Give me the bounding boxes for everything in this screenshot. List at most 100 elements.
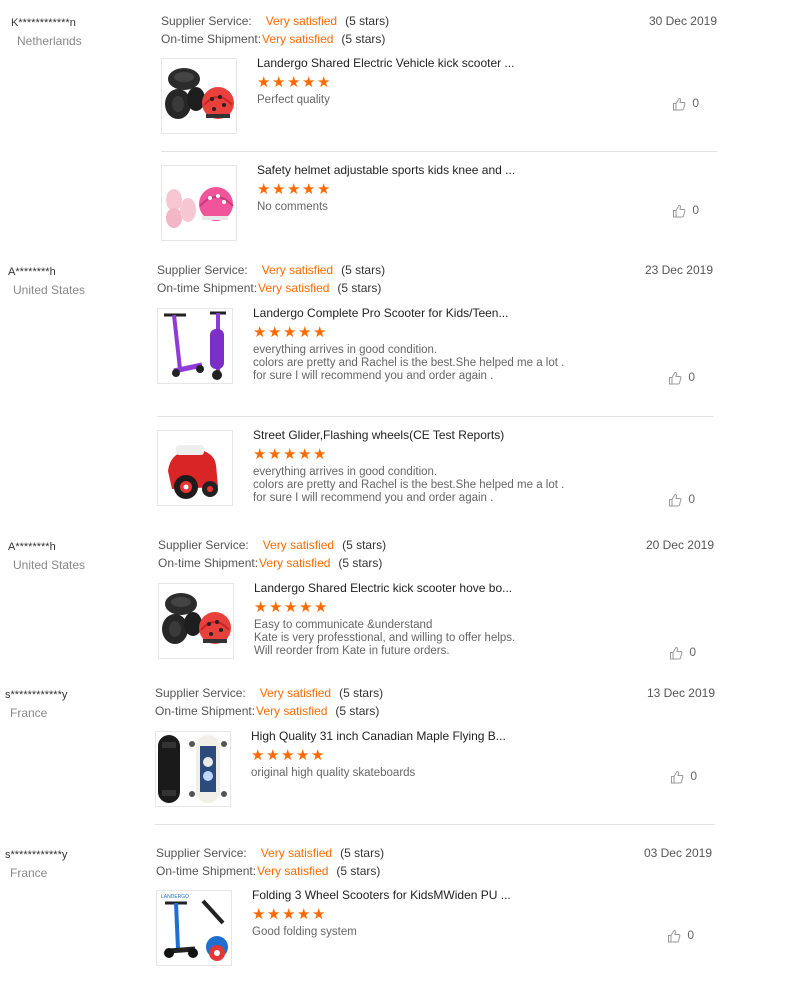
- star-icon: ★: [257, 181, 271, 198]
- helpful-like-button[interactable]: 0: [670, 769, 697, 784]
- helpful-like-button[interactable]: 0: [668, 370, 695, 385]
- reviewer-country: France: [10, 706, 48, 720]
- review-item: LANDERGO Folding 3 Wheel Scooters for Ki…: [156, 888, 712, 970]
- reviewer-name: s************y: [5, 849, 68, 861]
- comment-line: everything arrives in good condition.: [253, 466, 438, 478]
- supplier-value: Very satisfied: [260, 846, 333, 860]
- shipment-rating: On-time Shipment:Very satisfied (5 stars): [157, 279, 381, 297]
- star-icon: ★: [313, 324, 327, 341]
- review-comment: original high quality skateboards: [251, 767, 415, 780]
- comment-line: everything arrives in good condition.: [253, 344, 438, 356]
- star-icon: ★: [254, 599, 268, 616]
- product-thumbnail[interactable]: [157, 430, 233, 506]
- star-icon: ★: [302, 181, 316, 198]
- review-date: 30 Dec 2019: [648, 14, 717, 28]
- shipment-label: On-time Shipment:: [158, 556, 259, 570]
- shipment-label: On-time Shipment:: [155, 704, 256, 718]
- shipment-rating: On-time Shipment:Very satisfied (5 stars): [158, 554, 382, 572]
- review-item: Safety helmet adjustable sports kids kne…: [161, 163, 717, 245]
- product-thumbnail[interactable]: [161, 165, 237, 241]
- supplier-label: Supplier Service:: [161, 14, 252, 28]
- svg-text:LANDERGO: LANDERGO: [161, 894, 189, 900]
- supplier-label: Supplier Service:: [157, 263, 248, 277]
- review-date: 03 Dec 2019: [643, 846, 712, 860]
- review-item: Street Glider,Flashing wheels(CE Test Re…: [157, 428, 713, 510]
- review-date: 20 Dec 2019: [645, 538, 714, 552]
- review-date: 23 Dec 2019: [644, 263, 713, 277]
- star-icon: ★: [253, 446, 267, 463]
- supplier-value: Very satisfied: [259, 686, 332, 700]
- product-thumbnail[interactable]: LANDERGO: [156, 890, 232, 966]
- supplier-stars-text: (5 stars): [340, 846, 385, 860]
- product-title-link[interactable]: Landergo Complete Pro Scooter for Kids/T…: [253, 306, 508, 320]
- supplier-label: Supplier Service:: [155, 686, 246, 700]
- star-icon: ★: [268, 324, 282, 341]
- product-title-link[interactable]: Landergo Shared Electric kick scooter ho…: [254, 581, 512, 595]
- helpful-like-button[interactable]: 0: [667, 928, 694, 943]
- product-thumbnail[interactable]: [158, 583, 234, 659]
- item-divider: [155, 824, 715, 825]
- reviewer-country: Netherlands: [17, 34, 82, 48]
- supplier-label: Supplier Service:: [156, 846, 247, 860]
- like-count: 0: [692, 203, 699, 217]
- comment-line: colors are pretty and Rachel is the best…: [253, 479, 565, 491]
- shipment-value: Very satisfied: [259, 556, 331, 570]
- thumbs-up-icon: [672, 97, 686, 111]
- supplier-rating: Supplier Service: Very satisfied (5 stars): [161, 12, 389, 30]
- product-thumbnail[interactable]: [155, 731, 231, 807]
- review-comment: Perfect quality: [257, 94, 330, 107]
- supplier-value: Very satisfied: [262, 538, 335, 552]
- item-divider: [161, 151, 717, 152]
- shipment-stars-text: (5 stars): [335, 704, 380, 718]
- supplier-rating: Supplier Service: Very satisfied (5 stars): [155, 684, 383, 702]
- product-title-link[interactable]: Street Glider,Flashing wheels(CE Test Re…: [253, 428, 504, 442]
- supplier-label: Supplier Service:: [158, 538, 249, 552]
- comment-line: No comments: [257, 201, 328, 213]
- helpful-like-button[interactable]: 0: [668, 492, 695, 507]
- star-icon: ★: [269, 599, 283, 616]
- review-comment: No comments: [257, 201, 328, 214]
- star-icon: ★: [284, 599, 298, 616]
- product-title-link[interactable]: Landergo Shared Electric Vehicle kick sc…: [257, 56, 514, 70]
- product-title-link[interactable]: High Quality 31 inch Canadian Maple Flyi…: [251, 729, 506, 743]
- comment-line: Easy to communicate &understand: [254, 619, 433, 631]
- shipment-label: On-time Shipment:: [157, 281, 258, 295]
- reviewer-country: United States: [13, 283, 86, 297]
- shipment-stars-text: (5 stars): [337, 281, 382, 295]
- star-icon: ★: [267, 906, 281, 923]
- shipment-value: Very satisfied: [262, 32, 334, 46]
- shipment-stars-text: (5 stars): [341, 32, 386, 46]
- product-thumbnail[interactable]: [157, 308, 233, 384]
- helpful-like-button[interactable]: 0: [672, 96, 699, 111]
- product-title-link[interactable]: Folding 3 Wheel Scooters for KidsMWiden …: [252, 888, 511, 902]
- star-icon: ★: [296, 747, 310, 764]
- review-item: High Quality 31 inch Canadian Maple Flyi…: [155, 729, 715, 811]
- product-star-rating: ★ ★ ★ ★ ★: [252, 907, 327, 923]
- comment-line: for sure I will recommend you and order …: [253, 492, 494, 504]
- thumbs-up-icon: [670, 770, 684, 784]
- like-count: 0: [688, 370, 695, 384]
- helpful-like-button[interactable]: 0: [672, 203, 699, 218]
- comment-line: Good folding system: [252, 926, 357, 938]
- star-icon: ★: [282, 906, 296, 923]
- star-icon: ★: [317, 181, 331, 198]
- reviewer-name: A********h: [8, 541, 56, 553]
- star-icon: ★: [283, 446, 297, 463]
- like-count: 0: [687, 928, 694, 942]
- star-icon: ★: [251, 747, 265, 764]
- product-star-rating: ★ ★ ★ ★ ★: [253, 325, 328, 341]
- comment-line: Kate is very professtional, and willing …: [254, 632, 516, 644]
- supplier-rating: Supplier Service: Very satisfied (5 stars): [158, 536, 386, 554]
- star-icon: ★: [253, 324, 267, 341]
- supplier-value: Very satisfied: [261, 263, 334, 277]
- helpful-like-button[interactable]: 0: [669, 645, 696, 660]
- comment-line: Will reorder from Kate in future orders.: [254, 645, 450, 657]
- like-count: 0: [688, 492, 695, 506]
- reviewer-country: France: [10, 866, 48, 880]
- product-title-link[interactable]: Safety helmet adjustable sports kids kne…: [257, 163, 515, 177]
- product-thumbnail[interactable]: [161, 58, 237, 134]
- reviewer-info: s************y France: [0, 848, 146, 880]
- star-icon: ★: [297, 906, 311, 923]
- thumbs-up-icon: [669, 646, 683, 660]
- reviewer-name: s************y: [5, 689, 68, 701]
